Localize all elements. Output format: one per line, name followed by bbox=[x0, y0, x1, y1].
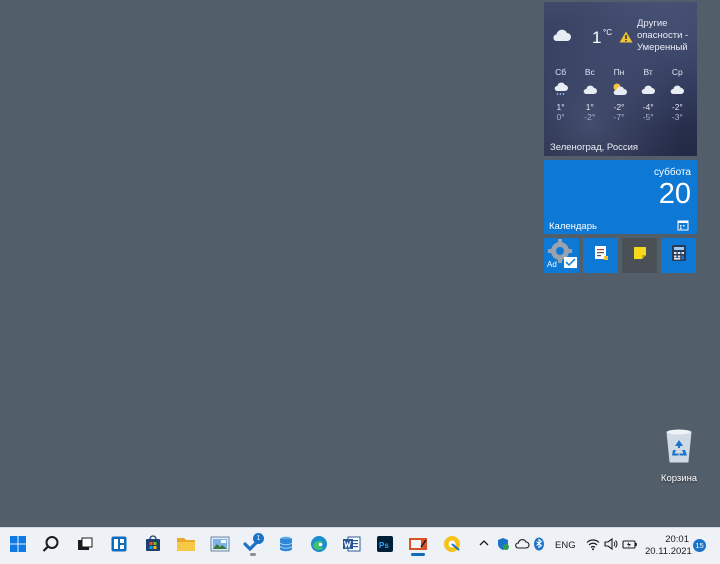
weather-temperature: 1 bbox=[592, 28, 602, 47]
forecast-day: Вс 1° -2° bbox=[573, 66, 602, 123]
calculator-tile[interactable] bbox=[661, 238, 696, 273]
calendar-weekday: суббота bbox=[654, 167, 691, 178]
recycle-bin-icon bbox=[662, 429, 696, 468]
rain-cloud-icon bbox=[548, 78, 573, 100]
cloud-icon bbox=[636, 78, 661, 100]
language-indicator[interactable]: ENG bbox=[555, 540, 576, 551]
yandex-browser-button[interactable] bbox=[440, 534, 464, 558]
forecast-row: Сб 1° 0° Вс 1° -2° Пн -2° -7° Вт -4° -5°… bbox=[544, 66, 697, 123]
forecast-day: Пн -2° -7° bbox=[602, 66, 631, 123]
forecast-low: -3° bbox=[671, 112, 683, 122]
sticky-note-icon bbox=[632, 245, 648, 266]
calculator-icon bbox=[671, 244, 687, 267]
active-indicator bbox=[411, 553, 425, 556]
onedrive-icon[interactable] bbox=[514, 537, 530, 554]
forecast-low: -2° bbox=[584, 112, 596, 122]
widgets-icon bbox=[110, 535, 128, 558]
cloud-icon bbox=[665, 78, 690, 100]
clock-date: 20.11.2021 bbox=[645, 546, 692, 557]
database-icon bbox=[277, 535, 295, 558]
weather-tile[interactable]: 1 °C Другие опасности - Умеренный Сб 1° … bbox=[544, 2, 697, 156]
security-shield-icon[interactable] bbox=[496, 537, 510, 554]
settings-tile[interactable]: Ad bbox=[544, 238, 579, 273]
forecast-high: 1° bbox=[585, 102, 594, 112]
calendar-icon bbox=[677, 218, 689, 236]
photoshop-icon: Ps bbox=[376, 535, 394, 558]
search-button[interactable] bbox=[39, 534, 63, 558]
word-app-button[interactable] bbox=[340, 534, 364, 558]
warning-icon bbox=[619, 30, 633, 48]
forecast-day: Ср -2° -3° bbox=[661, 66, 690, 123]
windows-icon bbox=[9, 535, 27, 558]
edge-icon bbox=[310, 535, 328, 558]
wifi-icon[interactable] bbox=[586, 537, 600, 554]
forecast-day: Сб 1° 0° bbox=[544, 66, 573, 123]
bluetooth-icon[interactable] bbox=[533, 537, 545, 554]
calendar-day: 20 bbox=[658, 178, 691, 210]
forecast-day-name: Вт bbox=[643, 67, 653, 77]
forecast-day-name: Ср bbox=[671, 67, 683, 77]
store-icon bbox=[144, 534, 162, 558]
notes-icon bbox=[592, 244, 610, 267]
calendar-tile[interactable]: суббота 20 Календарь bbox=[544, 160, 697, 234]
settings-tile-label: Ad bbox=[547, 260, 557, 269]
notification-count-badge[interactable]: 15 bbox=[693, 539, 706, 552]
taskbar-clock[interactable]: 20:01 20.11.2021 bbox=[645, 534, 692, 558]
forecast-low: 0° bbox=[556, 112, 565, 122]
chevron-up-icon[interactable] bbox=[478, 537, 490, 552]
battery-icon[interactable] bbox=[622, 537, 638, 554]
recycle-bin[interactable]: Корзина bbox=[654, 428, 704, 484]
partly-sunny-icon bbox=[606, 78, 631, 100]
forecast-high: 1° bbox=[556, 102, 565, 112]
edge-browser-button[interactable] bbox=[307, 534, 331, 558]
svg-text:Ps: Ps bbox=[379, 541, 389, 550]
forecast-day-name: Сб bbox=[555, 67, 567, 77]
browser-icon bbox=[443, 535, 461, 558]
sticky-notes-tile[interactable] bbox=[622, 238, 657, 273]
forecast-high: -2° bbox=[671, 102, 683, 112]
task-view-icon bbox=[76, 535, 94, 558]
photos-app-button[interactable] bbox=[208, 534, 232, 558]
todo-badge: 1 bbox=[253, 533, 264, 544]
weather-alert: Другие опасности - Умеренный bbox=[637, 18, 689, 53]
search-icon bbox=[42, 535, 60, 558]
folder-icon bbox=[176, 535, 196, 558]
forecast-high: -4° bbox=[642, 102, 654, 112]
forecast-day: Вт -4° -5° bbox=[632, 66, 661, 123]
volume-icon[interactable] bbox=[604, 537, 618, 554]
taskbar: Ps ENG 20:01 20.11.2021 15 bbox=[0, 527, 720, 564]
weather-location: Зеленоград, Россия bbox=[550, 142, 639, 153]
cloud-icon bbox=[577, 78, 602, 100]
store-button[interactable] bbox=[141, 534, 165, 558]
start-button[interactable] bbox=[6, 534, 30, 558]
weather-unit: °C bbox=[603, 28, 612, 37]
file-explorer-button[interactable] bbox=[174, 534, 198, 558]
word-icon bbox=[342, 535, 362, 558]
widgets-button[interactable] bbox=[107, 534, 131, 558]
running-indicator bbox=[250, 553, 256, 556]
forecast-high: -2° bbox=[613, 102, 625, 112]
cloud-icon bbox=[550, 26, 572, 47]
image-icon bbox=[210, 535, 230, 558]
forecast-low: -5° bbox=[642, 112, 654, 122]
database-app-button[interactable] bbox=[274, 534, 298, 558]
photoshop-app-button[interactable]: Ps bbox=[373, 534, 397, 558]
editor-app-button[interactable] bbox=[406, 534, 430, 558]
clock-time: 20:01 bbox=[665, 534, 689, 545]
forecast-day-name: Пн bbox=[613, 67, 625, 77]
calendar-app-name: Календарь bbox=[549, 221, 597, 232]
recycle-bin-label: Корзина bbox=[660, 473, 698, 484]
sticky-notes-blue-tile[interactable] bbox=[583, 238, 618, 273]
forecast-day-name: Вс bbox=[584, 67, 595, 77]
task-view-button[interactable] bbox=[73, 534, 97, 558]
forecast-low: -7° bbox=[613, 112, 625, 122]
